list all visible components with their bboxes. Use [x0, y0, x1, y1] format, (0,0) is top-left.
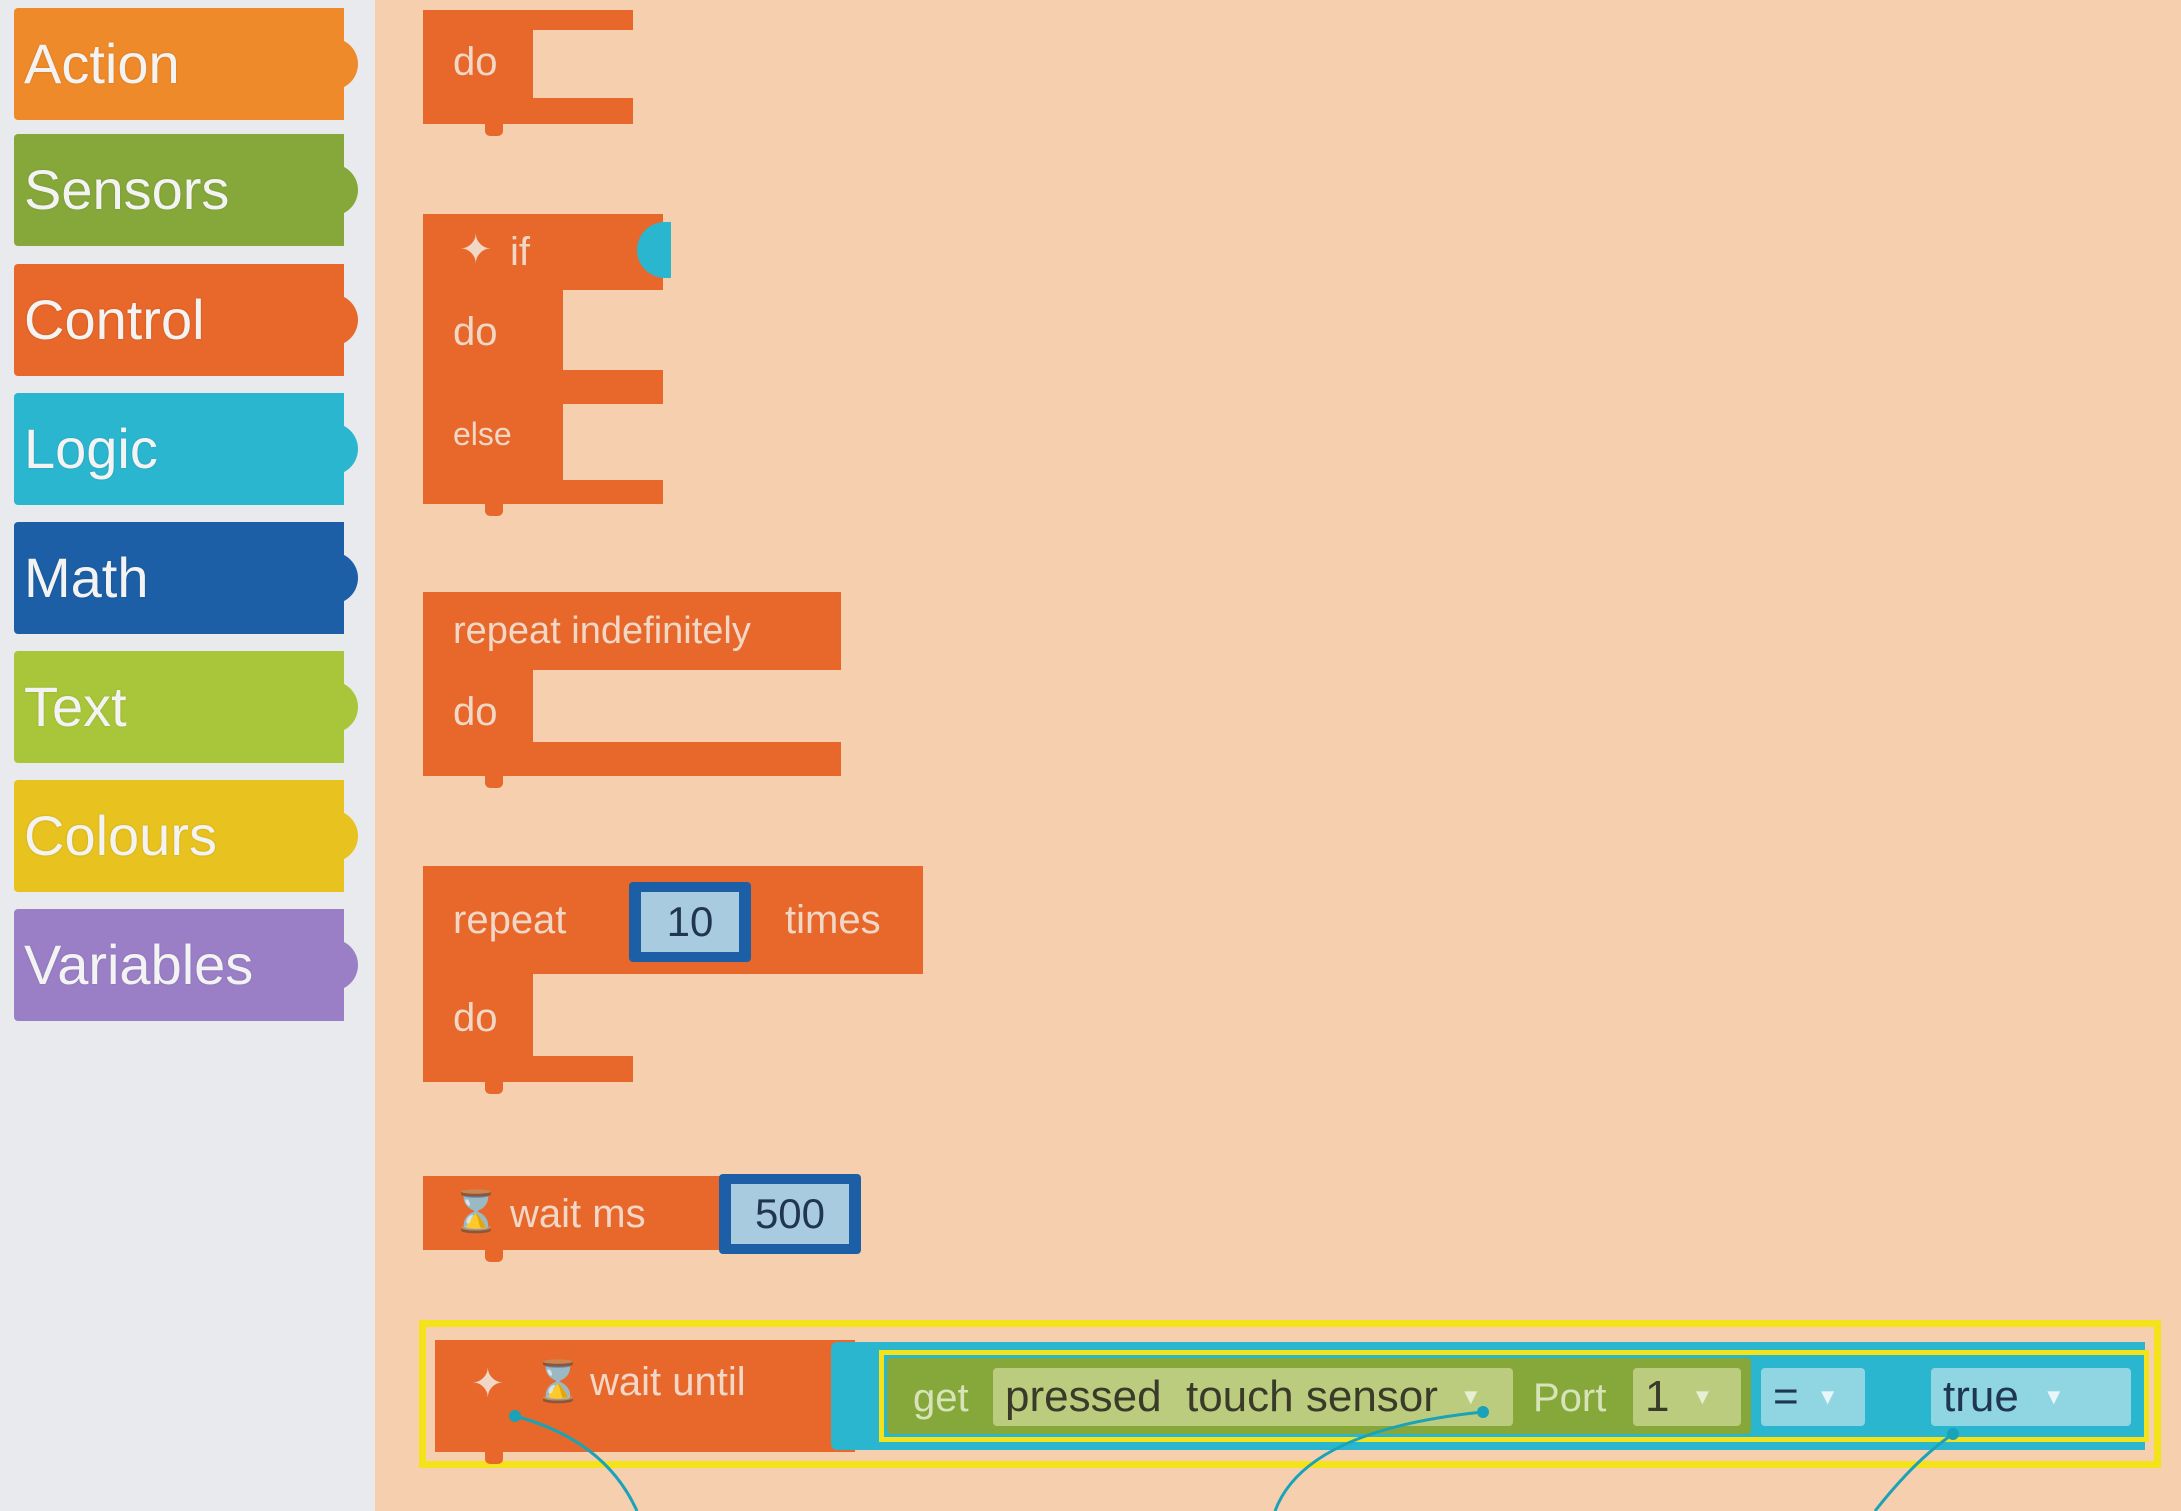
callout-dot: [1477, 1406, 1489, 1418]
callout-dot: [1947, 1428, 1959, 1440]
category-label: Colours: [24, 804, 217, 867]
category-label: Control: [24, 288, 205, 351]
category-action[interactable]: Action: [14, 8, 358, 120]
category-sensors[interactable]: Sensors: [14, 134, 358, 246]
category-colours[interactable]: Colours: [14, 780, 358, 892]
callout-line-wait: [514, 1414, 639, 1511]
category-variables[interactable]: Variables: [14, 909, 358, 1021]
category-label: Variables: [24, 933, 254, 996]
category-logic[interactable]: Logic: [14, 393, 358, 505]
category-label: Math: [24, 546, 149, 609]
category-label: Action: [24, 32, 180, 95]
block-workspace[interactable]: do ✦ if do else repeat indefinitely do r…: [375, 0, 2181, 1511]
category-label: Logic: [24, 417, 158, 480]
callout-line-boolean: [1873, 1432, 1954, 1511]
category-label: Sensors: [24, 158, 230, 221]
category-math[interactable]: Math: [14, 522, 358, 634]
callout-dot: [509, 1410, 521, 1422]
category-text[interactable]: Text: [14, 651, 358, 763]
callout-line-sensor: [1273, 1410, 1484, 1511]
category-sidebar: Action Sensors Control Logic Math Text C…: [0, 0, 375, 1511]
callout-lines: [509, 1406, 1959, 1511]
category-label: Text: [24, 675, 127, 738]
category-control[interactable]: Control: [14, 264, 358, 376]
